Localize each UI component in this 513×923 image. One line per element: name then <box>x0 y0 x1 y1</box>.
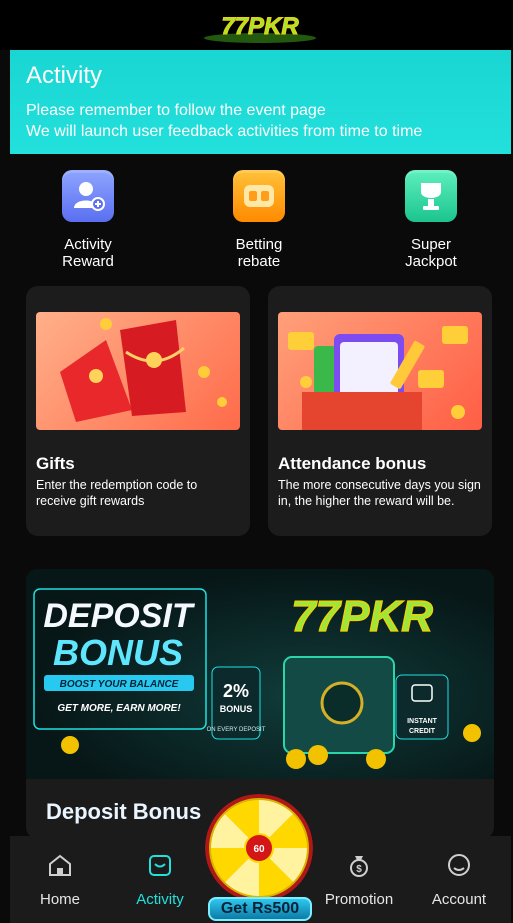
card-title: Attendance bonus <box>278 454 427 473</box>
banner-subline: GET MORE, EARN MORE! <box>57 703 181 714</box>
nav-home[interactable]: Home <box>15 852 105 908</box>
gifts-illustration <box>36 312 240 430</box>
banner-headline-bonus: BONUS <box>53 632 183 673</box>
logo-text: 77PKR <box>221 13 299 40</box>
banner-credit: CREDIT <box>409 728 436 735</box>
card-title: Gifts <box>36 454 75 473</box>
brand-logo[interactable]: 77PKR <box>200 8 320 46</box>
hero-subtitle-line-1: Please remember to follow the event page <box>26 102 326 119</box>
quick-link-label: rebate <box>237 253 281 270</box>
nav-label: Home <box>39 891 80 908</box>
activity-bag-icon <box>149 855 171 876</box>
quick-link-label: Activity <box>64 236 112 253</box>
rebate-icon <box>233 170 285 222</box>
quick-link-label: Super <box>410 236 452 253</box>
quick-link-label: Reward <box>62 253 114 270</box>
nav-promotion[interactable]: $ Promotion <box>314 852 404 908</box>
banner-tagline: BOOST YOUR BALANCE <box>60 679 179 690</box>
banner-bonus-word: BONUS <box>220 704 253 714</box>
gifts-card[interactable]: Gifts Enter the redemption code to recei… <box>26 286 250 536</box>
user-add-icon <box>62 170 114 222</box>
wheel-center-value: 60 <box>253 844 265 855</box>
banner-every-deposit: ON EVERY DEPOSIT <box>207 727 266 733</box>
banner-percent: 2% <box>223 681 249 701</box>
quick-link-activity-reward[interactable]: Activity Reward <box>28 170 148 270</box>
svg-text:$: $ <box>356 864 362 875</box>
attendance-bonus-card[interactable]: Attendance bonus The more consecutive da… <box>268 286 492 536</box>
money-bag-icon: $ <box>350 856 368 877</box>
deposit-bonus-banner: DEPOSIT BONUS BOOST YOUR BALANCE GET MOR… <box>26 569 494 779</box>
spin-wheel[interactable]: 60 <box>205 794 313 902</box>
home-icon <box>49 854 71 876</box>
quick-link-betting-rebate[interactable]: Betting rebate <box>199 170 319 270</box>
quick-link-label: Betting <box>235 236 283 253</box>
quick-link-super-jackpot[interactable]: Super Jackpot <box>371 170 491 270</box>
nav-label: Promotion <box>324 891 394 908</box>
banner-instant: INSTANT <box>407 718 438 725</box>
top-bar: 77PKR <box>0 0 513 50</box>
page-title: Activity <box>26 62 103 89</box>
attendance-illustration <box>278 312 482 430</box>
account-icon <box>448 854 470 876</box>
nav-activity[interactable]: Activity <box>115 852 205 908</box>
trophy-icon <box>405 170 457 222</box>
nav-label: Account <box>431 891 487 908</box>
banner-headline-deposit: DEPOSIT <box>43 597 195 635</box>
banner-brand: 77PKR <box>291 592 433 641</box>
promo-title: Deposit Bonus <box>46 799 202 824</box>
nav-account[interactable]: Account <box>414 852 504 908</box>
activity-hero-banner: Activity Please remember to follow the e… <box>10 50 511 154</box>
card-description: The more consecutive days you sign in, t… <box>278 478 481 508</box>
get-reward-button[interactable]: Get Rs500 <box>208 897 312 921</box>
quick-link-label: Jackpot <box>405 253 457 270</box>
card-description: Enter the redemption code to receive gif… <box>36 478 198 508</box>
nav-label: Activity <box>136 891 184 908</box>
hero-subtitle-line-2: We will launch user feedback activities … <box>26 123 423 140</box>
